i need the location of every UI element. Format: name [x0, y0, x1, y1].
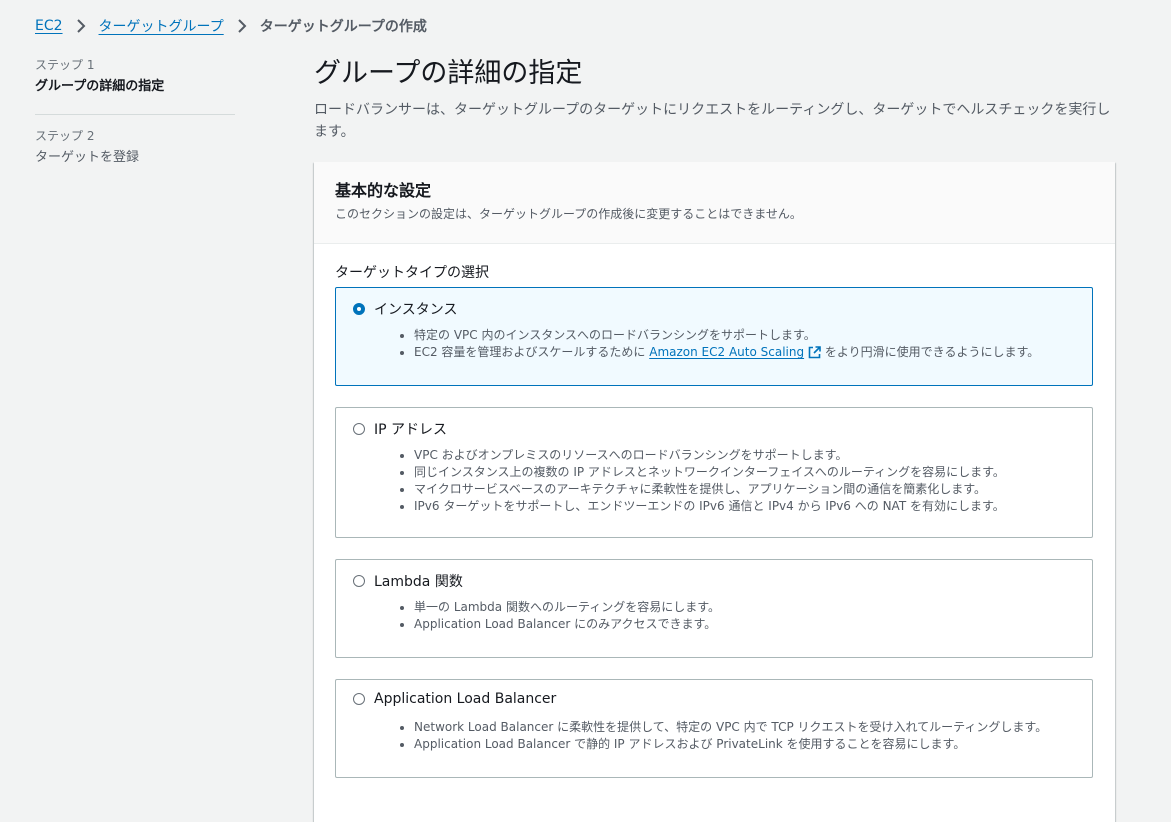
radio-lambda[interactable]	[353, 575, 365, 587]
list-item: 単一の Lambda 関数へのルーティングを容易にします。	[414, 599, 720, 616]
step-2-title: ターゲットを登録	[35, 150, 140, 165]
bullet-text: をより円滑に使用できるようにします。	[824, 345, 1040, 359]
tile-bullets-ip: VPC およびオンプレミスのリソースへのロードバランシングをサポートします。 同…	[398, 447, 1005, 515]
auto-scaling-link[interactable]: Amazon EC2 Auto Scaling	[649, 344, 821, 361]
step-2: ステップ 2 ターゲットを登録	[35, 128, 235, 168]
tile-head: Lambda 関数	[353, 571, 463, 591]
bullet-text: EC2 容量を管理およびスケールするために	[414, 345, 650, 359]
target-type-tile-instances[interactable]: インスタンス 特定の VPC 内のインスタンスへのロードバランシングをサポートし…	[335, 287, 1093, 386]
radio-alb[interactable]	[353, 693, 365, 705]
radio-ip[interactable]	[353, 423, 365, 435]
breadcrumb-link-ec2[interactable]: EC2	[35, 18, 63, 34]
target-type-tile-alb[interactable]: Application Load Balancer Network Load B…	[335, 679, 1093, 778]
step-1-label: ステップ 1	[35, 58, 95, 72]
step-1: ステップ 1 グループの詳細の指定	[35, 57, 235, 97]
breadcrumb: EC2 ターゲットグループ ターゲットグループの作成	[35, 16, 427, 36]
target-type-label: ターゲットタイプの選択	[335, 265, 489, 281]
auto-scaling-link-label: Amazon EC2 Auto Scaling	[649, 345, 805, 359]
radio-instances[interactable]	[353, 303, 365, 315]
list-item: 特定の VPC 内のインスタンスへのロードバランシングをサポートします。	[414, 327, 1039, 344]
list-item: EC2 容量を管理およびスケールするために Amazon EC2 Auto Sc…	[414, 344, 1039, 361]
panel-title: 基本的な設定	[335, 181, 432, 200]
main-header: グループの詳細の指定 ロードバランサーは、ターゲットグループのターゲットにリクエ…	[314, 56, 1114, 143]
list-item: 同じインスタンス上の複数の IP アドレスとネットワークインターフェイスへのルー…	[414, 464, 1005, 481]
step-1-title: グループの詳細の指定	[35, 79, 165, 94]
tile-bullets-alb: Network Load Balancer に柔軟性を提供して、特定の VPC …	[398, 719, 1047, 753]
panel-subtitle: このセクションの設定は、ターゲットグループの作成後に変更することはできません。	[335, 207, 802, 221]
list-item: マイクロサービスベースのアーキテクチャに柔軟性を提供し、アプリケーション間の通信…	[414, 481, 1005, 498]
tile-label-alb: Application Load Balancer	[374, 691, 557, 707]
chevron-right-icon	[237, 19, 247, 33]
list-item: Application Load Balancer にのみアクセスできます。	[414, 616, 720, 633]
tile-head: IP アドレス	[353, 419, 447, 439]
tile-label-instances: インスタンス	[374, 302, 458, 318]
page-title: グループの詳細の指定	[314, 58, 583, 89]
breadcrumb-current: ターゲットグループの作成	[259, 19, 427, 35]
panel-header: 基本的な設定 このセクションの設定は、ターゲットグループの作成後に変更することは…	[314, 162, 1115, 244]
list-item: Network Load Balancer に柔軟性を提供して、特定の VPC …	[414, 719, 1047, 736]
tile-head: Application Load Balancer	[353, 691, 556, 707]
step-2-label: ステップ 2	[35, 129, 95, 143]
page-description: ロードバランサーは、ターゲットグループのターゲットにリクエストをルーティングし、…	[314, 102, 1111, 140]
chevron-right-icon	[76, 19, 86, 33]
basic-settings-panel: 基本的な設定 このセクションの設定は、ターゲットグループの作成後に変更することは…	[314, 162, 1115, 822]
breadcrumb-link-target-groups[interactable]: ターゲットグループ	[99, 16, 224, 36]
step-divider	[35, 114, 235, 115]
list-item: Application Load Balancer で静的 IP アドレスおよび…	[414, 736, 1047, 753]
tile-bullets-instances: 特定の VPC 内のインスタンスへのロードバランシングをサポートします。 EC2…	[398, 327, 1039, 361]
list-item: IPv6 ターゲットをサポートし、エンドツーエンドの IPv6 通信と IPv4…	[414, 498, 1005, 515]
list-item: VPC およびオンプレミスのリソースへのロードバランシングをサポートします。	[414, 447, 1005, 464]
external-link-icon	[808, 346, 821, 359]
tile-head: インスタンス	[353, 299, 457, 319]
wizard-steps: ステップ 1 グループの詳細の指定 ステップ 2 ターゲットを登録	[35, 57, 235, 168]
tile-label-lambda: Lambda 関数	[374, 574, 463, 590]
target-type-tile-lambda[interactable]: Lambda 関数 単一の Lambda 関数へのルーティングを容易にします。 …	[335, 559, 1093, 658]
tile-label-ip: IP アドレス	[374, 422, 448, 438]
tile-bullets-lambda: 単一の Lambda 関数へのルーティングを容易にします。 Applicatio…	[398, 599, 720, 633]
target-type-tile-ip[interactable]: IP アドレス VPC およびオンプレミスのリソースへのロードバランシングをサポ…	[335, 407, 1093, 538]
